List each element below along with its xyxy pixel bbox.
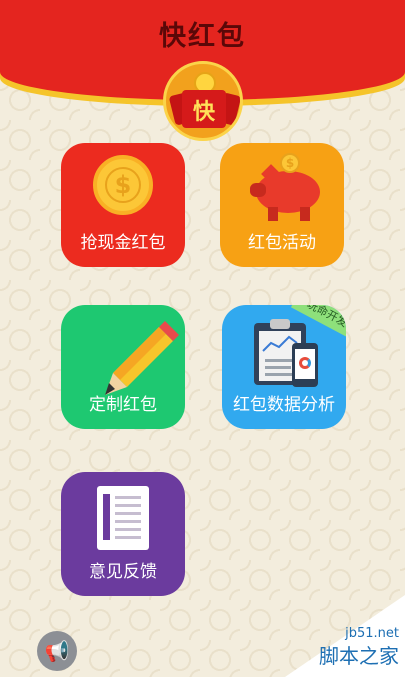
watermark: jb51.net 脚本之家 <box>285 595 405 677</box>
red-packet-data-analysis-button[interactable]: 玩命开发 红包数据分析 <box>222 305 346 429</box>
feedback-button[interactable]: 意见反馈 <box>61 472 185 596</box>
watermark-name: 脚本之家 <box>319 644 399 668</box>
grab-cash-red-packet-button[interactable]: $ 抢现金红包 <box>61 143 185 267</box>
tile-label: 红包活动 <box>248 233 316 253</box>
phone-icon <box>292 343 318 387</box>
logo-character: 快 <box>192 100 215 125</box>
tile-label: 红包数据分析 <box>233 395 335 415</box>
watermark-site: jb51.net <box>345 626 399 641</box>
document-icon <box>97 486 149 550</box>
megaphone-icon[interactable]: 📢 <box>37 631 77 671</box>
custom-red-packet-button[interactable]: 定制红包 <box>61 305 185 429</box>
tile-label: 定制红包 <box>89 395 157 415</box>
coin-icon: $ <box>93 155 153 215</box>
tile-label: 意见反馈 <box>89 562 157 582</box>
red-envelope-logo-icon: 快 <box>163 61 243 141</box>
red-packet-activities-button[interactable]: $ 红包活动 <box>220 143 344 267</box>
app-title: 快红包 <box>159 21 246 52</box>
tile-label: 抢现金红包 <box>80 233 166 253</box>
